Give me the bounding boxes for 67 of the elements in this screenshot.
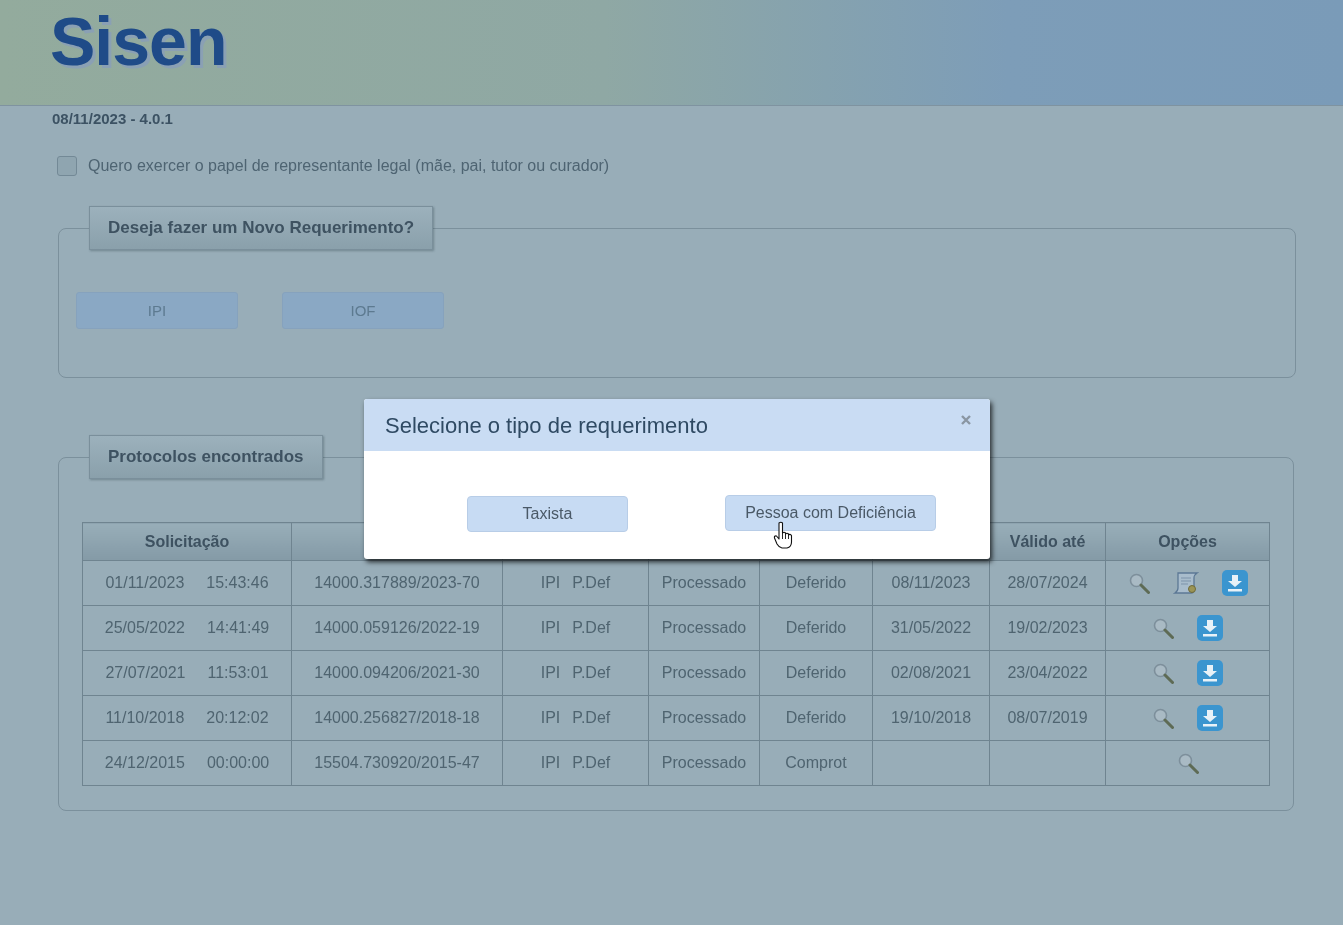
request-date: 01/11/2023	[105, 574, 185, 592]
table-cell: 23/04/2022	[989, 650, 1106, 696]
request-date: 27/07/2021	[105, 664, 186, 682]
table-cell: Deferido	[759, 605, 873, 651]
search-icon[interactable]	[1127, 572, 1150, 594]
download-icon[interactable]	[1197, 615, 1223, 641]
type-label: P.Def	[572, 574, 611, 592]
request-time: 20:12:02	[206, 709, 269, 727]
request-date: 25/05/2022	[104, 619, 185, 637]
option-button[interactable]: Taxista	[467, 496, 628, 532]
panel-legend: Deseja fazer um Novo Requerimento?	[89, 206, 434, 250]
search-icon[interactable]	[1152, 662, 1174, 684]
request-date: 24/12/2015	[104, 754, 185, 772]
type-label: P.Def	[572, 709, 611, 727]
table-cell: Processado	[648, 605, 760, 651]
table-cell: 19/10/2018	[872, 695, 990, 741]
request-time: 11:53:01	[207, 664, 269, 682]
table-cell: Deferido	[759, 560, 873, 606]
request-time: 15:43:46	[206, 574, 269, 592]
request-time: 14:41:49	[206, 619, 270, 637]
column-header: Válido até	[989, 522, 1106, 561]
dialog-title: Selecione o tipo de requerimento	[385, 412, 708, 440]
scroll-icon[interactable]	[1172, 571, 1199, 595]
table-cell: Processado	[648, 695, 760, 741]
request-time: 00:00:00	[206, 754, 270, 772]
tax-label: IPI	[540, 709, 561, 727]
logo: Sisen	[50, 3, 227, 79]
version-text: 08/11/2023 - 4.0.1	[52, 109, 173, 129]
download-icon[interactable]	[1197, 660, 1223, 686]
table-cell: 08/07/2019	[989, 695, 1106, 741]
type-label: P.Def	[572, 664, 611, 682]
table-cell: 14000.317889/2023-70	[291, 560, 503, 606]
download-icon[interactable]	[1197, 705, 1223, 731]
table-cell: 02/08/2021	[872, 650, 990, 696]
table-cell: 14000.059126/2022-19	[291, 605, 503, 651]
search-icon[interactable]	[1152, 617, 1174, 639]
table-cell: Processado	[648, 740, 760, 786]
table-cell: 31/05/2022	[872, 605, 990, 651]
tax-label: IPI	[540, 574, 561, 592]
panel-legend: Protocolos encontrados	[89, 435, 323, 479]
table-cell: Deferido	[759, 650, 873, 696]
search-icon[interactable]	[1152, 707, 1174, 729]
type-label: P.Def	[572, 619, 611, 637]
table-cell: 28/07/2024	[989, 560, 1106, 606]
table-cell: Processado	[648, 560, 760, 606]
column-header: Opções	[1105, 522, 1270, 561]
hand-cursor-icon	[773, 521, 793, 549]
table-cell: 14000.094206/2021-30	[291, 650, 503, 696]
table-cell: Deferido	[759, 695, 873, 741]
table-cell: 14000.256827/2018-18	[291, 695, 503, 741]
tax-label: IPI	[540, 619, 561, 637]
checkbox[interactable]	[57, 156, 77, 176]
table-cell: 08/11/2023	[872, 560, 990, 606]
tax-label: IPI	[540, 754, 561, 772]
request-date: 11/10/2018	[105, 709, 185, 727]
tax-label: IPI	[540, 664, 561, 682]
column-header: Solicitação	[82, 522, 292, 561]
option-button[interactable]: Pessoa com Deficiência	[725, 495, 936, 531]
table-cell: 19/02/2023	[989, 605, 1106, 651]
type-label: P.Def	[572, 754, 611, 772]
table-cell: 15504.730920/2015-47	[291, 740, 503, 786]
table-cell: Processado	[648, 650, 760, 696]
download-icon[interactable]	[1221, 570, 1248, 596]
close-icon[interactable]	[961, 415, 971, 425]
table-cell: Comprot	[759, 740, 873, 786]
checkbox-label[interactable]: Quero exercer o papel de representante legal (mãe, pai, tutor ou curador)	[88, 157, 610, 175]
search-icon[interactable]	[1176, 752, 1199, 774]
